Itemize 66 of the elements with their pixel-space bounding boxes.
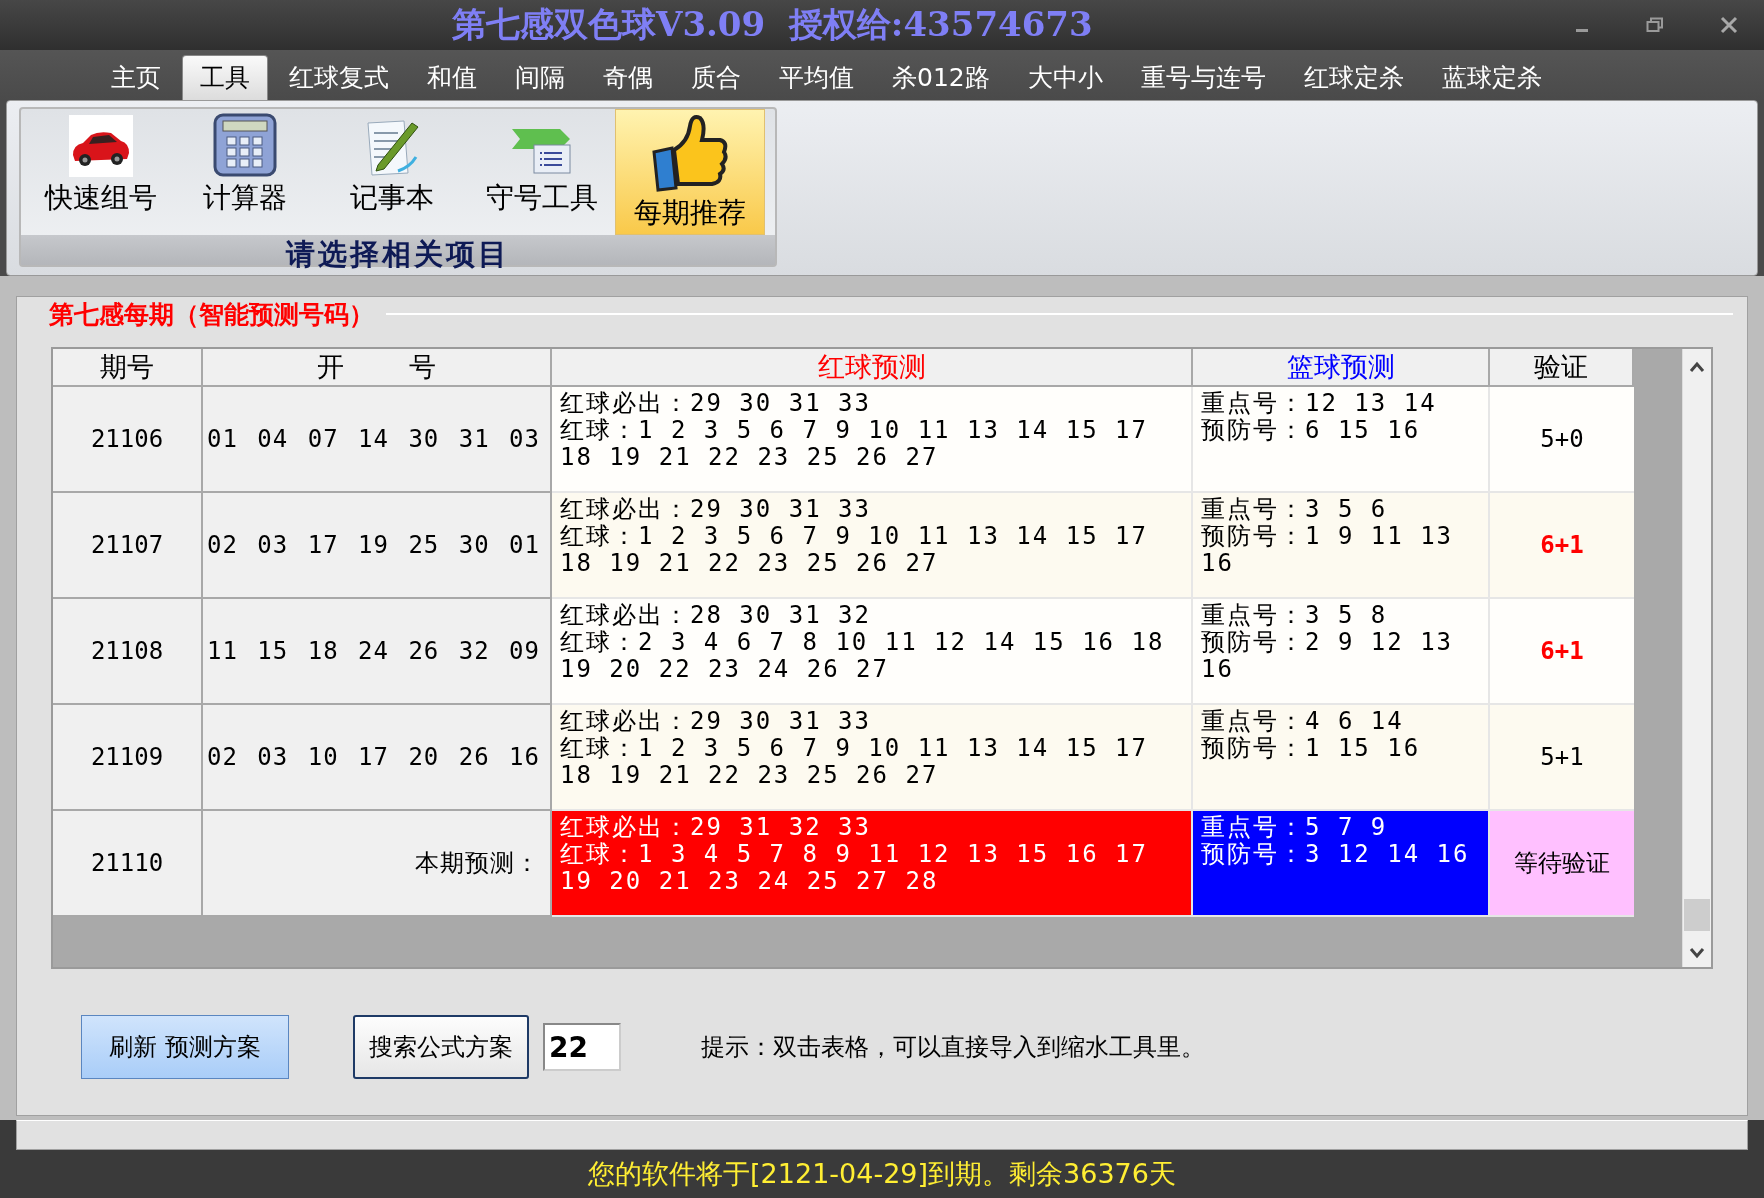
scroll-down-icon[interactable] bbox=[1689, 947, 1706, 959]
bonus-number-prediction-cell: 重点号：3 5 6 预防号：1 9 11 13 16 bbox=[1193, 493, 1490, 599]
column-header[interactable]: 开 号 bbox=[203, 349, 552, 387]
menu-tab[interactable]: 间隔 bbox=[498, 56, 582, 100]
main-number-prediction-cell: 红球必出：29 30 31 33 红球：1 2 3 5 6 7 9 10 11 13 14 15 17 18 19 21 22 23 25 26 27 bbox=[552, 493, 1193, 599]
column-header[interactable]: 验证 bbox=[1490, 349, 1634, 387]
menu-tab[interactable]: 红球复式 bbox=[272, 56, 406, 100]
draw-cell: 11 15 18 24 26 32 09 bbox=[203, 599, 552, 705]
panel-title: 第七感每期（智能预测号码） bbox=[49, 298, 375, 331]
draw-cell: 02 03 10 17 20 26 16 bbox=[203, 705, 552, 811]
menu-tab[interactable]: 杀012路 bbox=[875, 56, 1007, 100]
period-cell: 21107 bbox=[53, 493, 203, 599]
ribbon-button[interactable]: 快速组号 bbox=[27, 109, 175, 235]
period-cell: 21106 bbox=[53, 387, 203, 493]
scroll-thumb[interactable] bbox=[1684, 899, 1711, 931]
draw-cell: 01 04 07 14 30 31 03 bbox=[203, 387, 552, 493]
period-cell: 21110 bbox=[53, 811, 203, 917]
menu-tab[interactable]: 平均值 bbox=[762, 56, 871, 100]
draw-cell: 本期预测： bbox=[203, 811, 552, 917]
menu-tab[interactable]: 工具 bbox=[182, 55, 268, 100]
window-title: 第七感双色球V3.09 授权给:43574673 bbox=[452, 3, 1093, 46]
draw-cell: 02 03 17 19 25 30 01 bbox=[203, 493, 552, 599]
column-header[interactable]: 篮球预测 bbox=[1193, 349, 1490, 387]
hint-text: 提示：双击表格，可以直接导入到缩水工具里。 bbox=[701, 1032, 1205, 1063]
menu-tab[interactable]: 蓝球定杀 bbox=[1424, 56, 1559, 100]
bonus-number-prediction-cell: 重点号：4 6 14 预防号：1 15 16 bbox=[1193, 705, 1490, 811]
verify-cell: 等待验证 bbox=[1490, 811, 1634, 917]
main-number-prediction-cell: 红球必出：29 30 31 33 红球：1 2 3 5 6 7 9 10 11 13 14 15 17 18 19 21 22 23 25 26 27 bbox=[552, 387, 1193, 493]
ribbon-button[interactable]: 计算器 bbox=[175, 109, 315, 235]
period-cell: 21109 bbox=[53, 705, 203, 811]
car-icon bbox=[69, 115, 133, 177]
main-number-prediction-cell: 红球必出：28 30 31 32 红球：2 3 4 6 7 8 10 11 12 14 15 16 18 19 20 22 23 24 26 27 bbox=[552, 599, 1193, 705]
menu-tab[interactable]: 重号与连号 bbox=[1123, 56, 1283, 100]
column-header[interactable]: 期号 bbox=[53, 349, 203, 387]
notepad-pen-icon bbox=[364, 117, 420, 177]
scrollbar[interactable] bbox=[1682, 349, 1711, 967]
ribbon-button[interactable]: 每期推荐 bbox=[615, 109, 765, 235]
thumbs-up-icon bbox=[650, 112, 730, 192]
main-number-prediction-cell: 红球必出：29 31 32 33 红球：1 3 4 5 7 8 9 11 12 13 15 16 17 19 20 21 23 24 25 27 28 bbox=[552, 811, 1193, 917]
bonus-number-prediction-cell: 重点号：3 5 8 预防号：2 9 12 13 16 bbox=[1193, 599, 1490, 705]
menu-tab[interactable]: 主页 bbox=[94, 56, 178, 100]
verify-cell: 5+1 bbox=[1490, 705, 1634, 811]
menu-tab[interactable]: 大中小 bbox=[1010, 56, 1120, 100]
verify-cell: 5+0 bbox=[1490, 387, 1634, 493]
ribbon-button[interactable]: 守号工具 bbox=[469, 109, 615, 235]
search-formula-button[interactable]: 搜索公式方案 bbox=[353, 1015, 529, 1079]
ribbon-button[interactable]: 记事本 bbox=[315, 109, 469, 235]
verify-cell: 6+1 bbox=[1490, 599, 1634, 705]
close-icon[interactable] bbox=[1720, 16, 1738, 34]
period-cell: 21108 bbox=[53, 599, 203, 705]
column-header[interactable]: 红球预测 bbox=[552, 349, 1193, 387]
menu-tab[interactable]: 质合 bbox=[674, 56, 758, 100]
bonus-number-prediction-cell: 重点号：5 7 9 预防号：3 12 14 16 bbox=[1193, 811, 1490, 917]
calculator-icon bbox=[213, 113, 277, 177]
scroll-up-icon[interactable] bbox=[1689, 361, 1706, 373]
menu-tab[interactable]: 奇偶 bbox=[586, 56, 670, 100]
count-input[interactable]: 22 bbox=[543, 1023, 621, 1071]
menu-tab[interactable]: 红球定杀 bbox=[1286, 56, 1421, 100]
bonus-number-prediction-cell: 重点号：12 13 14 预防号：6 15 16 bbox=[1193, 387, 1490, 493]
restore-icon[interactable] bbox=[1646, 17, 1664, 33]
status-text: 您的软件将于[2121-04-29]到期。剩余36376天 bbox=[588, 1157, 1176, 1191]
list-banner-icon bbox=[510, 127, 574, 177]
refresh-button[interactable]: 刷新 预测方案 bbox=[81, 1015, 289, 1079]
menu-tab[interactable]: 和值 bbox=[410, 56, 494, 100]
main-number-prediction-cell: 红球必出：29 30 31 33 红球：1 2 3 5 6 7 9 10 11 13 14 15 17 18 19 21 22 23 25 26 27 bbox=[552, 705, 1193, 811]
verify-cell: 6+1 bbox=[1490, 493, 1634, 599]
